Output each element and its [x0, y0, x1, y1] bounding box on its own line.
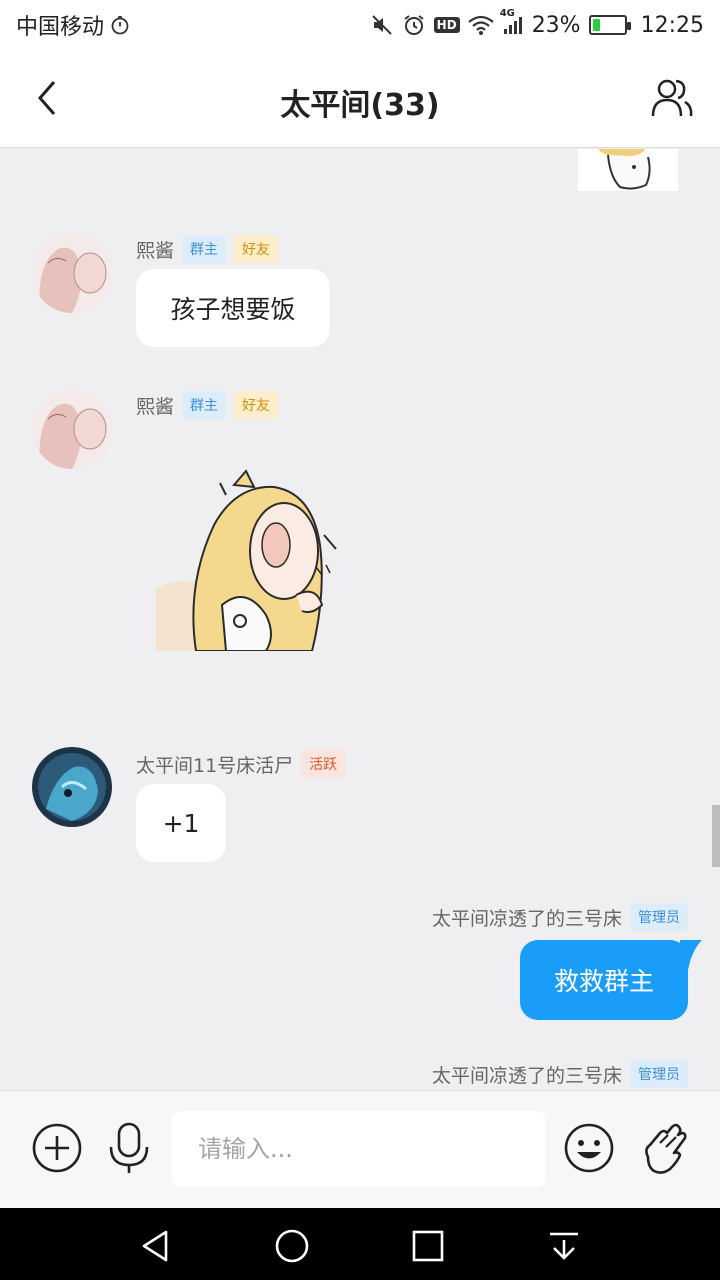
system-nav-bar [0, 1208, 720, 1280]
clock: 12:25 [640, 12, 704, 38]
admin-badge: 管理员 [630, 903, 688, 931]
friend-badge: 好友 [234, 235, 279, 263]
sender-row: 太平间11号床活尸 活跃 [136, 750, 346, 778]
sender-name: 太平间11号床活尸 [136, 754, 294, 777]
message-text: 孩子想要饭 [170, 295, 296, 324]
battery-icon [588, 15, 631, 35]
input-bar [0, 1090, 720, 1208]
circle-home-icon[interactable] [272, 1226, 312, 1266]
mute-icon [370, 13, 394, 37]
group-members-icon[interactable] [650, 76, 694, 120]
smiley-icon[interactable] [562, 1121, 616, 1175]
message-bubble-mine[interactable]: 救救群主 [520, 940, 688, 1020]
sender-row: 熙酱 群主 好友 [136, 235, 279, 263]
microphone-icon[interactable] [102, 1121, 156, 1175]
status-bar: 中国移动 HD 4G 23% 12:25 [0, 0, 720, 50]
square-recents-icon[interactable] [408, 1226, 448, 1266]
triangle-back-icon[interactable] [136, 1226, 176, 1266]
avatar[interactable] [32, 747, 112, 827]
sender-row: 太平间凉透了的三号床 管理员 [432, 1060, 688, 1088]
owner-badge: 群主 [182, 391, 227, 419]
sender-name: 熙酱 [136, 395, 175, 418]
sender-name: 太平间凉透了的三号床 [431, 1064, 622, 1087]
active-badge: 活跃 [301, 750, 346, 778]
sender-name: 太平间凉透了的三号床 [431, 907, 622, 930]
message-bubble[interactable]: +1 [136, 784, 226, 862]
blonde-girl-sticker[interactable] [156, 465, 340, 652]
network-type-label: 4G [499, 8, 515, 19]
scrollbar[interactable] [712, 805, 720, 867]
admin-badge: 管理员 [630, 1060, 688, 1088]
sticker-cropped[interactable] [578, 149, 678, 191]
sender-row: 太平间凉透了的三号床 管理员 [432, 903, 688, 931]
group-title: 太平间(33) [280, 88, 440, 123]
avatar[interactable] [32, 233, 112, 313]
pull-down-icon[interactable] [544, 1226, 584, 1266]
alarm-icon [402, 13, 426, 37]
sender-row: 熙酱 群主 好友 [136, 391, 279, 419]
sender-name: 熙酱 [136, 239, 175, 262]
wifi-icon [467, 14, 494, 36]
message-bubble[interactable]: 孩子想要饭 [136, 269, 330, 347]
message-list[interactable]: 熙酱 群主 好友 孩子想要饭 熙酱 群主 好友 太平间11号床活尸 活跃 +1 … [0, 149, 720, 1090]
message-text: +1 [162, 808, 200, 838]
message-text: 救救群主 [553, 967, 654, 996]
battery-percent: 23% [531, 12, 581, 38]
signal-icon: 4G [500, 8, 524, 36]
chat-header: 太平间(33) [0, 50, 720, 148]
timer-icon [110, 15, 130, 35]
hand-wave-icon[interactable] [638, 1121, 692, 1175]
plus-circle-icon[interactable] [30, 1121, 84, 1175]
friend-badge: 好友 [234, 391, 279, 419]
message-input[interactable] [172, 1111, 546, 1187]
hd-badge: HD [433, 17, 460, 33]
owner-badge: 群主 [182, 235, 227, 263]
battery-fill [592, 19, 600, 31]
bubble-tail [680, 940, 702, 970]
avatar[interactable] [32, 389, 112, 469]
carrier-label: 中国移动 [16, 15, 105, 40]
